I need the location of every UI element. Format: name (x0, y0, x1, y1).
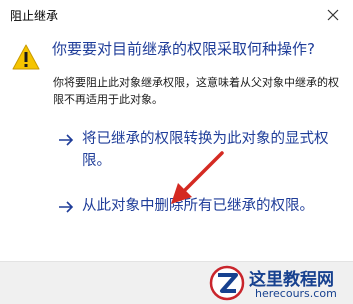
convert-inherited-permissions-label: 将已继承的权限转换为此对象的显式权限。 (82, 131, 329, 169)
dialog-description: 你将要阻止此对象继承权限，这意味着从父对象中继承的权限不再适用于此对象。 (53, 76, 339, 106)
watermark: 这里教程网 herecours.com (205, 262, 353, 304)
close-icon (327, 9, 339, 21)
arrow-right-icon (59, 134, 74, 146)
remove-inherited-permissions-label: 从此对象中删除所有已继承的权限。 (82, 198, 314, 214)
warning-icon (12, 44, 40, 70)
close-button[interactable] (313, 0, 353, 30)
watermark-logo-icon (209, 265, 245, 301)
title-bar: 阻止继承 (0, 0, 353, 32)
block-inheritance-dialog: 阻止继承 你要要对目前继承的权限采取何种操作? 你将要阻止此对象继承权限，这意味… (0, 0, 353, 304)
watermark-url: herecours.com (255, 287, 337, 300)
dialog-question: 你要要对目前继承的权限采取何种操作? (52, 40, 315, 58)
arrow-right-icon (59, 201, 74, 213)
window-title: 阻止继承 (10, 9, 59, 23)
